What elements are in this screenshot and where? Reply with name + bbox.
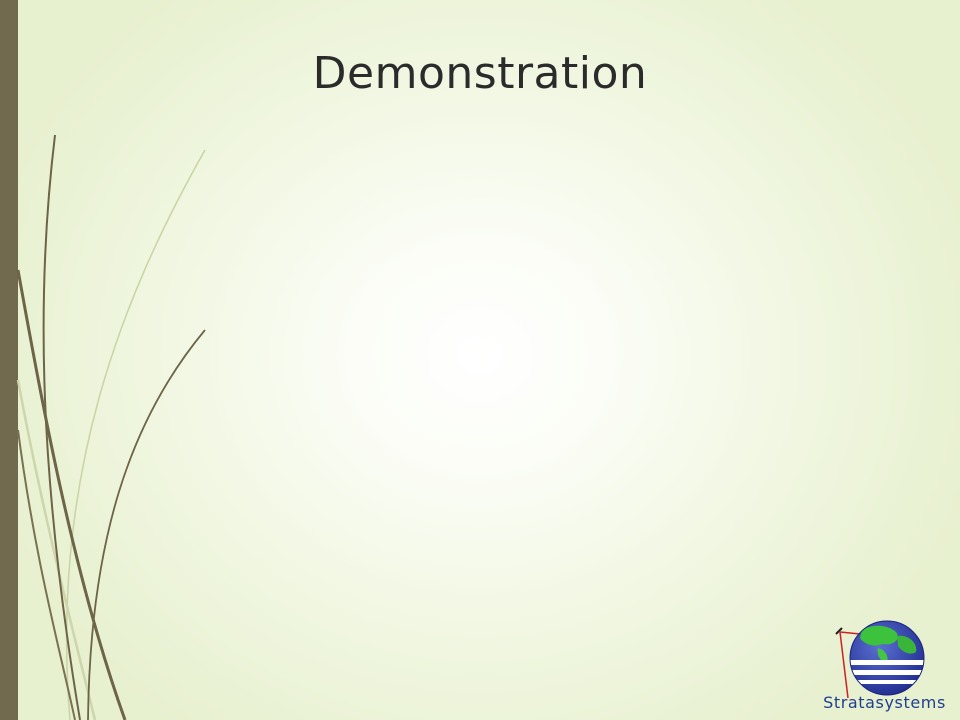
logo-wordmark: Stratasystems <box>823 693 946 712</box>
slide: Demonstration Stratasystems <box>0 0 960 720</box>
slide-title: Demonstration <box>312 48 648 99</box>
grass-decoration <box>16 134 206 720</box>
